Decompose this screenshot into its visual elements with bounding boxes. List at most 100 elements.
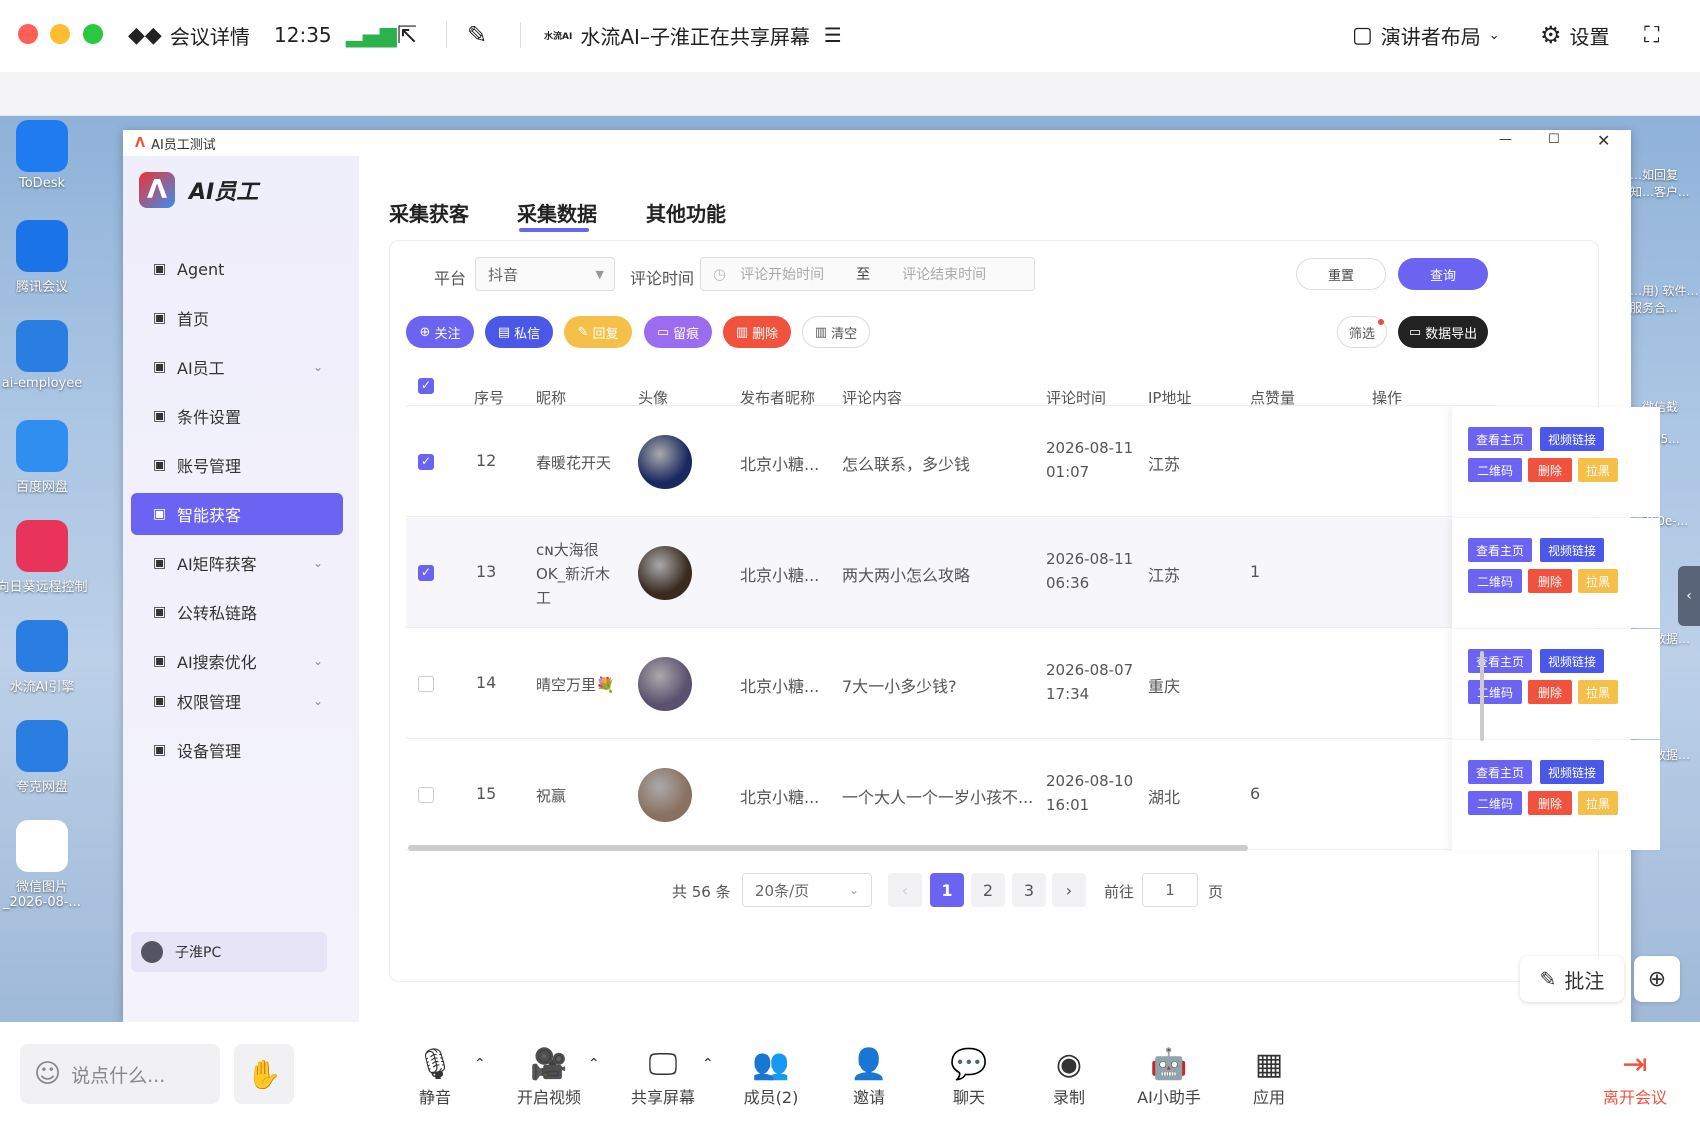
meeting-control-8[interactable]: ▦ 应用 xyxy=(1224,1046,1314,1108)
row-op-qr[interactable]: 二维码 xyxy=(1468,569,1522,593)
page-size-select[interactable]: 20条/页 ⌄ xyxy=(742,873,872,907)
meeting-control-6[interactable]: ◉ 录制 xyxy=(1024,1046,1114,1108)
sidebar-item-home[interactable]: ▣ 首页 xyxy=(131,297,343,339)
leave-meeting-button[interactable]: ⇥ 离开会议 xyxy=(1590,1046,1680,1108)
raise-hand-button[interactable]: ✋ xyxy=(234,1044,294,1104)
sidebar-item-chat[interactable]: ▣ Agent xyxy=(131,248,343,290)
fullscreen-icon[interactable]: ⛶ xyxy=(1644,20,1659,50)
row-op-black[interactable]: 拉黑 xyxy=(1578,458,1618,482)
row-op-del[interactable]: 删除 xyxy=(1528,569,1572,593)
sidebar-item-account[interactable]: ▣ 账号管理 xyxy=(131,444,343,486)
desktop-icon[interactable]: 向日葵远程控制 xyxy=(0,520,90,595)
row-checkbox[interactable] xyxy=(418,565,434,581)
row-op-home[interactable]: 查看主页 xyxy=(1468,427,1532,451)
row-op-del[interactable]: 删除 xyxy=(1528,791,1572,815)
menu-icon[interactable]: ☰ xyxy=(824,23,842,47)
meeting-control-7[interactable]: 🤖 AI小助手 xyxy=(1124,1046,1214,1108)
meeting-control-2[interactable]: 🖵 共享屏幕 xyxy=(618,1046,708,1108)
chevron-up-icon[interactable]: ⌃ xyxy=(702,1056,714,1072)
row-op-del[interactable]: 删除 xyxy=(1528,458,1572,482)
annotate-off-icon[interactable]: ✎ xyxy=(467,20,487,50)
sidebar-item-link[interactable]: ▣ 公转私链路 xyxy=(131,591,343,633)
date-range-picker[interactable]: ◷ 评论开始时间 至 评论结束时间 xyxy=(700,257,1035,291)
annotate-button[interactable]: ✎ 批注 xyxy=(1520,956,1624,1002)
collapse-side-tab[interactable]: ‹ xyxy=(1678,566,1700,626)
tab-1[interactable]: 采集数据 xyxy=(517,198,597,227)
meeting-control-3[interactable]: 👥 成员(2) xyxy=(726,1046,816,1108)
clear-button[interactable]: ▥ 清空 xyxy=(802,316,870,348)
page-button-1[interactable]: 1 xyxy=(930,873,964,907)
row-op-home[interactable]: 查看主页 xyxy=(1468,538,1532,562)
sidebar-item-device[interactable]: ▣ 设备管理 xyxy=(131,729,343,771)
row-op-black[interactable]: 拉黑 xyxy=(1578,569,1618,593)
chat-input[interactable]: ☺ 说点什么... xyxy=(20,1044,220,1104)
row-op-black[interactable]: 拉黑 xyxy=(1578,680,1618,704)
row-op-qr[interactable]: 二维码 xyxy=(1468,791,1522,815)
page-button-2[interactable]: 2 xyxy=(971,873,1005,907)
filter-button[interactable]: 筛选 xyxy=(1337,316,1387,348)
desktop-icon[interactable]: ToDesk xyxy=(0,120,90,191)
action-button-0[interactable]: ⊕ 关注 xyxy=(406,316,474,348)
row-op-qr[interactable]: 二维码 xyxy=(1468,680,1522,704)
sidebar-item-condition[interactable]: ▣ 条件设置 xyxy=(131,395,343,437)
action-button-3[interactable]: ▭ 留痕 xyxy=(644,316,712,348)
action-button-2[interactable]: ✎ 回复 xyxy=(564,316,632,348)
row-op-video[interactable]: 视频链接 xyxy=(1540,760,1604,784)
popout-icon[interactable]: ⇱ xyxy=(397,20,417,50)
row-checkbox[interactable] xyxy=(418,676,434,692)
close-window-icon[interactable] xyxy=(18,24,38,44)
next-page-button[interactable]: › xyxy=(1052,873,1086,907)
vertical-scrollbar[interactable] xyxy=(1480,651,1484,741)
avatar[interactable] xyxy=(638,435,692,489)
user-profile[interactable]: 子淮PC xyxy=(131,932,327,972)
minimize-icon[interactable]: — xyxy=(1499,132,1512,147)
sidebar-item-ai[interactable]: ▣ AI员工 ⌄ xyxy=(131,346,343,388)
row-op-black[interactable]: 拉黑 xyxy=(1578,791,1618,815)
sidebar-item-matrix[interactable]: ▣ AI矩阵获客 ⌄ xyxy=(131,542,343,584)
row-op-video[interactable]: 视频链接 xyxy=(1540,538,1604,562)
meeting-control-1[interactable]: 🎥 开启视频 xyxy=(504,1046,594,1108)
zoom-button[interactable]: ⊕ xyxy=(1634,956,1680,1002)
meeting-control-0[interactable]: 🎙 静音 xyxy=(390,1046,480,1108)
goto-page-input[interactable]: 1 xyxy=(1142,873,1198,907)
close-icon[interactable]: ✕ xyxy=(1597,131,1610,150)
sidebar-item-search-opt[interactable]: ▣ AI搜索优化 ⌄ xyxy=(131,640,343,682)
page-button-3[interactable]: 3 xyxy=(1012,873,1046,907)
tab-0[interactable]: 采集获客 xyxy=(389,198,469,227)
tab-2[interactable]: 其他功能 xyxy=(646,198,726,227)
row-checkbox[interactable] xyxy=(418,454,434,470)
row-checkbox[interactable] xyxy=(418,787,434,803)
desktop-icon[interactable]: 微信图片_2026-08-... xyxy=(0,820,90,910)
desktop-icon[interactable]: 水流AI引擎 xyxy=(0,620,90,695)
meeting-details-button[interactable]: ◆◆ 会议详情 xyxy=(128,20,250,50)
platform-select[interactable]: 抖音 ▼ xyxy=(475,257,615,291)
avatar[interactable] xyxy=(638,657,692,711)
row-op-del[interactable]: 删除 xyxy=(1528,680,1572,704)
action-button-1[interactable]: ▤ 私信 xyxy=(485,316,553,348)
chevron-up-icon[interactable]: ⌃ xyxy=(474,1056,486,1072)
prev-page-button[interactable]: ‹ xyxy=(888,873,922,907)
action-button-4[interactable]: ▥ 删除 xyxy=(723,316,791,348)
maximize-icon[interactable]: ☐ xyxy=(1548,132,1560,147)
row-op-qr[interactable]: 二维码 xyxy=(1468,458,1522,482)
start-date-input[interactable]: 评论开始时间 xyxy=(740,264,824,284)
meeting-control-5[interactable]: 💬 聊天 xyxy=(924,1046,1014,1108)
meeting-control-4[interactable]: 👤 邀请 xyxy=(824,1046,914,1108)
row-op-home[interactable]: 查看主页 xyxy=(1468,760,1532,784)
horizontal-scrollbar[interactable] xyxy=(408,845,1248,851)
avatar[interactable] xyxy=(638,768,692,822)
sidebar-item-users[interactable]: ▣ 权限管理 ⌄ xyxy=(131,680,343,722)
row-op-video[interactable]: 视频链接 xyxy=(1540,427,1604,451)
sidebar-item-gear[interactable]: ▣ 智能获客 xyxy=(131,493,343,535)
settings-button[interactable]: ⚙ 设置 xyxy=(1540,20,1610,50)
row-op-video[interactable]: 视频链接 xyxy=(1540,649,1604,673)
minimize-window-icon[interactable] xyxy=(50,24,70,44)
export-button[interactable]: ▭ 数据导出 xyxy=(1398,316,1488,348)
avatar[interactable] xyxy=(638,546,692,600)
select-all-checkbox[interactable] xyxy=(418,378,434,394)
chevron-up-icon[interactable]: ⌃ xyxy=(588,1056,600,1072)
reset-button[interactable]: 重置 xyxy=(1296,258,1386,290)
desktop-icon[interactable]: 百度网盘 xyxy=(0,420,90,495)
row-op-home[interactable]: 查看主页 xyxy=(1468,649,1532,673)
layout-button[interactable]: ▢ 演讲者布局 ⌄ xyxy=(1352,20,1500,50)
